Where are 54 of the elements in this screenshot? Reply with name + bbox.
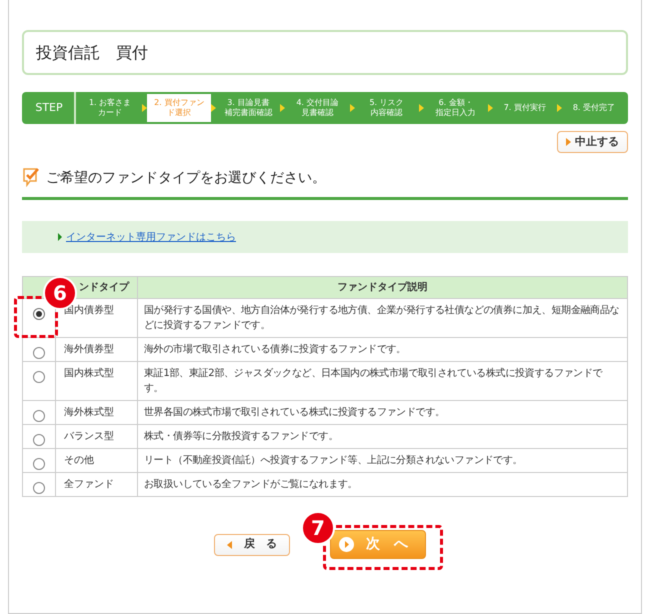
step-label-line: 6. 金額・ <box>438 98 473 108</box>
step-label-line: 内容確認 <box>370 108 403 118</box>
triangle-right-icon <box>142 104 148 112</box>
triangle-right-icon <box>556 104 562 112</box>
step-label-line: 2. 買付ファン <box>154 98 204 108</box>
cancel-button[interactable]: 中止する <box>557 131 628 153</box>
table-cell: 世界各国の株式市場で取引されている株式に投資するファンドです。 <box>138 400 628 424</box>
radio-button[interactable] <box>33 308 45 320</box>
step-label-line: 1. お客さま <box>88 98 132 108</box>
step-label-line: 見書確認 <box>301 108 334 118</box>
play-circle-icon <box>339 537 354 552</box>
radio-button[interactable] <box>33 347 45 360</box>
step-label-line: カード <box>98 108 122 118</box>
radio-button[interactable] <box>33 458 45 470</box>
table-cell: 株式・債券等に分散投資するファンドです。 <box>138 424 628 448</box>
triangle-right-icon <box>58 233 62 241</box>
table-cell: その他 <box>56 448 138 472</box>
table-cell: 海外債券型 <box>56 338 138 362</box>
table-cell: 国内株式型 <box>56 362 138 400</box>
step-label-line: 4. 交付目論 <box>296 98 339 108</box>
table-cell: バランス型 <box>56 424 138 448</box>
triangle-left-icon <box>227 540 232 548</box>
table-cell: 海外の市場で取引されている債券に投資するファンドです。 <box>138 338 628 362</box>
triangle-right-icon <box>350 104 354 112</box>
triangle-right-icon <box>418 104 424 112</box>
table-cell: 東証1部、東証2部、ジャスダックなど、日本国内の株式市場で取引されている株式に投資するファンドです。 <box>138 362 628 400</box>
table-cell: 全ファンド <box>56 472 138 496</box>
section-heading: ご希望のファンドタイプをお選びください。 <box>46 168 326 188</box>
table-cell: リート（不動産投資信託）へ投資するファンド等、上記に分類されないファンドです。 <box>138 448 628 472</box>
radio-button[interactable] <box>33 482 45 494</box>
step-label-line: 指定日入力 <box>436 108 476 118</box>
step-label-line: 3. 目論見書 <box>227 98 270 108</box>
internet-fund-link[interactable]: インターネット専用ファンドはこちら <box>66 230 236 244</box>
triangle-right-icon <box>566 138 571 146</box>
radio-button[interactable] <box>33 434 45 446</box>
radio-button[interactable] <box>33 410 45 422</box>
header-cell: ファンドタイプ説明 <box>138 276 628 298</box>
table-cell: 海外株式型 <box>56 400 138 424</box>
step-label-line: 8. 受付完了 <box>572 103 616 113</box>
triangle-right-icon <box>211 104 216 112</box>
step-label-line: 補完書面確認 <box>224 108 272 118</box>
triangle-right-icon <box>488 104 493 112</box>
page-title: 投資信託 買付 <box>36 42 148 64</box>
radio-button[interactable] <box>33 371 45 384</box>
table-cell: 国が発行する国債や、地方自治体が発行する地方債、企業が発行する社債などの債券に加え、短期金融商品などに投資するファンドです。 <box>138 298 628 338</box>
step-label-line: ド選択 <box>167 108 192 118</box>
step-number-badge: 7 <box>301 511 335 545</box>
step-label: STEP <box>24 92 76 124</box>
back-button[interactable]: 戻 る <box>214 534 290 556</box>
table-cell: お取扱いしている全ファンドがご覧になれます。 <box>138 472 628 496</box>
step-label-line: 5. リスク <box>369 98 404 108</box>
triangle-right-icon <box>280 104 286 112</box>
checkmark-speech-icon <box>22 167 42 189</box>
step-label-line: 7. 買付実行 <box>504 103 546 113</box>
